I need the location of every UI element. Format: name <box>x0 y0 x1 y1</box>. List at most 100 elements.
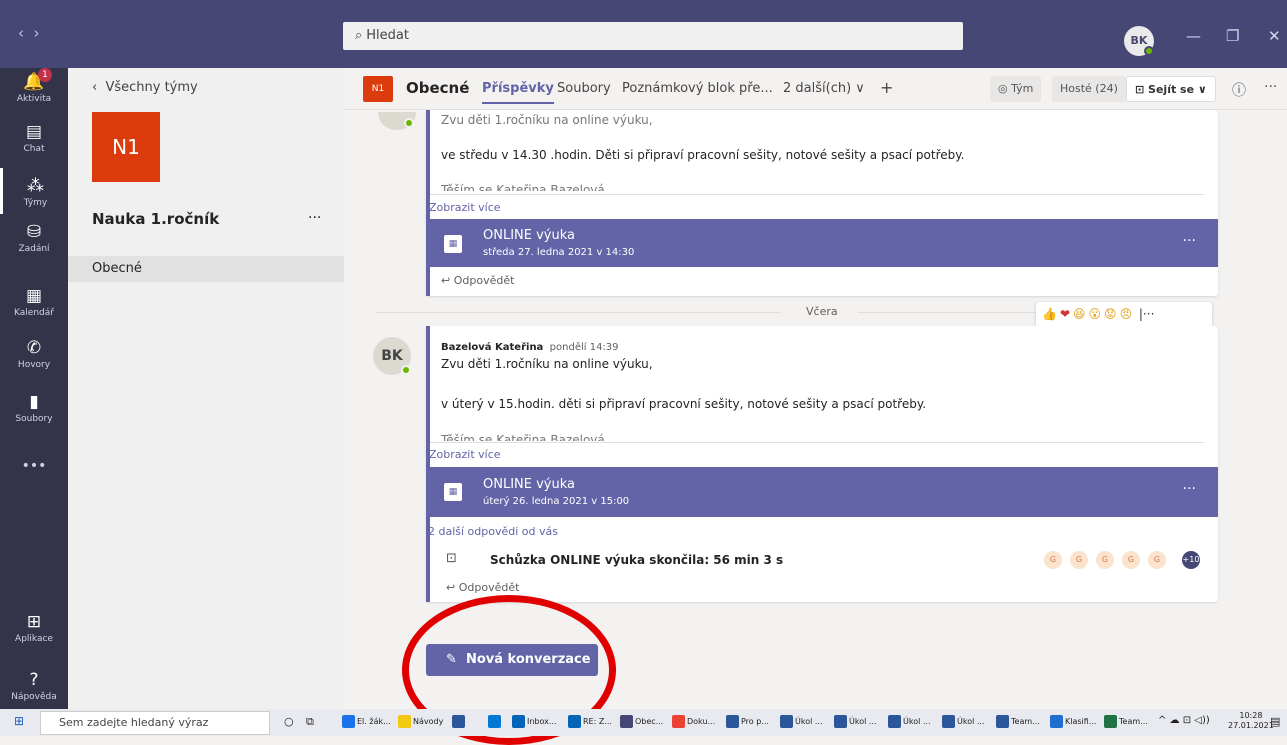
assignments-icon: ⛁ <box>26 222 42 242</box>
bell-icon: 🔔 <box>23 72 45 92</box>
heart-icon[interactable]: ❤ <box>1060 307 1073 321</box>
message-2-header: Bazelová Kateřina pondělí 14:39 <box>441 342 619 353</box>
channel-tile: N1 <box>363 76 393 102</box>
message-2-divider <box>430 442 1204 443</box>
rail-tymy[interactable]: ⁂ Týmy <box>0 168 68 214</box>
files-icon: ▮ <box>29 392 39 412</box>
rail-napoveda[interactable]: ? Nápověda <box>0 670 68 702</box>
event-title: ONLINE výuka <box>483 477 575 492</box>
laugh-icon[interactable]: 😆 <box>1073 307 1089 321</box>
tab-soubory[interactable]: Soubory <box>557 81 611 96</box>
taskbar-app[interactable]: Úkol ... <box>780 715 823 728</box>
message-time: pondělí 14:39 <box>549 342 619 353</box>
task-view-icon[interactable]: ⧉ <box>306 715 314 729</box>
show-more-link[interactable]: Zobrazit více <box>429 201 501 214</box>
event-card-1[interactable]: ▦ ONLINE výuka středa 27. ledna 2021 v 1… <box>426 219 1218 267</box>
taskbar-app[interactable]: Team... <box>1104 715 1148 728</box>
apps-icon: ⊞ <box>26 612 42 632</box>
message-1-divider <box>430 194 1204 195</box>
taskbar-clock[interactable]: 10:28 27.01.2021 <box>1228 711 1274 731</box>
meet-button[interactable]: ⊡ Sejít se ∨ <box>1126 76 1216 102</box>
team-button[interactable]: ◎ Tým <box>990 76 1042 102</box>
tab-more[interactable]: 2 další(ch) ∨ <box>783 81 865 96</box>
reply-icon: ↩ <box>441 274 454 287</box>
tray-icons[interactable]: ^ ☁ ⊡ ◁)) <box>1158 715 1210 726</box>
participant-avatar: G <box>1044 551 1062 569</box>
taskbar-app[interactable]: Team... <box>996 715 1040 728</box>
event-more-icon[interactable]: ··· <box>1183 481 1196 497</box>
cortana-icon[interactable]: ○ <box>284 715 294 728</box>
rail-aktivita[interactable]: 🔔 1 Aktivita <box>0 68 68 104</box>
channel-obecne[interactable]: Obecné <box>68 256 344 282</box>
sad-icon[interactable]: 😟 <box>1104 307 1120 321</box>
team-tile: N1 <box>92 112 160 182</box>
rail-zadani[interactable]: ⛁ Zadání <box>0 222 68 254</box>
date-divider: Včera <box>806 305 838 318</box>
taskbar-app[interactable] <box>452 715 467 728</box>
info-icon[interactable]: ⓘ <box>1232 80 1246 100</box>
close-icon[interactable]: ✕ <box>1268 27 1281 45</box>
rail-more[interactable]: ••• <box>0 458 68 474</box>
taskbar-app[interactable]: Obec... <box>620 715 663 728</box>
author-avatar[interactable]: BK <box>373 337 411 375</box>
more-replies-link[interactable]: 2 další odpovědi od vás <box>428 525 558 538</box>
minimize-icon[interactable]: — <box>1186 27 1201 45</box>
guests-button[interactable]: Hosté (24) <box>1052 76 1126 102</box>
reply-link[interactable]: ↩ Odpovědět <box>446 581 519 594</box>
header-more-icon[interactable]: ··· <box>1264 79 1277 95</box>
taskbar-app[interactable]: Úkol ... <box>888 715 931 728</box>
event-card-2[interactable]: ▦ ONLINE výuka úterý 26. ledna 2021 v 15… <box>426 467 1218 517</box>
activity-badge: 1 <box>38 68 52 82</box>
taskbar-app[interactable]: Doku... <box>672 715 715 728</box>
taskbar-app[interactable]: Úkol ... <box>834 715 877 728</box>
phone-icon: ✆ <box>26 338 42 358</box>
team-more-icon[interactable]: ··· <box>308 210 321 226</box>
all-teams-link[interactable]: ‹ Všechny týmy <box>92 80 198 95</box>
like-icon[interactable]: 👍 <box>1042 307 1060 321</box>
search-icon: ⌕ <box>355 28 363 43</box>
tab-prispevky[interactable]: Příspěvky <box>482 81 554 104</box>
add-tab-button[interactable]: + <box>880 78 893 97</box>
rail-hovory[interactable]: ✆ Hovory <box>0 338 68 370</box>
taskbar-app[interactable]: Pro p... <box>726 715 769 728</box>
user-avatar[interactable]: BK <box>1124 26 1154 56</box>
taskbar-app[interactable]: RE: Z... <box>568 715 612 728</box>
rail-chat[interactable]: ▤ Chat <box>0 122 68 154</box>
meeting-ended-text: Schůzka ONLINE výuka skončila: 56 min 3 … <box>490 553 784 567</box>
search-input[interactable]: ⌕ Hledat <box>343 22 963 50</box>
rail-kalendar[interactable]: ▦ Kalendář <box>0 286 68 318</box>
taskbar-app[interactable]: Klasifi... <box>1050 715 1096 728</box>
message-card-1 <box>426 110 1218 296</box>
event-more-icon[interactable]: ··· <box>1183 233 1196 249</box>
message-2-line2: v úterý v 15.hodin. děti si připraví pra… <box>441 397 927 411</box>
chevron-left-icon: ‹ <box>92 80 106 95</box>
participants-more-badge[interactable]: +10 <box>1182 551 1200 569</box>
taskbar-app[interactable]: El. žák... <box>342 715 391 728</box>
reply-icon: ↩ <box>446 581 459 594</box>
show-more-link[interactable]: Zobrazit více <box>429 448 501 461</box>
surprised-icon[interactable]: 😮 <box>1089 307 1105 321</box>
calendar-icon: ▦ <box>25 286 43 306</box>
rail-aplikace[interactable]: ⊞ Aplikace <box>0 612 68 644</box>
taskbar-app[interactable]: Návody <box>398 715 443 728</box>
rail-soubory[interactable]: ▮ Soubory <box>0 392 68 424</box>
more-options-icon[interactable]: |··· <box>1135 307 1155 321</box>
angry-icon[interactable]: 😠 <box>1120 307 1136 321</box>
taskbar-app[interactable]: Inbox... <box>512 715 557 728</box>
taskbar-app[interactable] <box>488 715 503 728</box>
calendar-icon: ▦ <box>444 483 462 501</box>
chat-icon: ▤ <box>25 122 43 142</box>
taskbar-search-input[interactable]: Sem zadejte hledaný výraz <box>40 711 270 735</box>
tab-notebook[interactable]: Poznámkový blok pře... <box>622 81 773 96</box>
taskbar-app[interactable]: Úkol ... <box>942 715 985 728</box>
reply-link[interactable]: ↩ Odpovědět <box>441 274 514 287</box>
notifications-icon[interactable]: ▤ <box>1270 715 1280 728</box>
message-2-line1: Zvu děti 1.ročníku na online výuku, <box>441 357 653 371</box>
windows-start-icon[interactable]: ⊞ <box>14 714 24 728</box>
participant-avatar: G <box>1122 551 1140 569</box>
back-forward-arrows[interactable]: ‹ › <box>18 24 40 42</box>
message-1-line1: Zvu děti 1.ročníku na online výuku, <box>441 113 653 127</box>
message-1-line2: ve středu v 14.30 .hodin. Děti si připra… <box>441 148 965 162</box>
date-divider-left <box>376 312 781 313</box>
maximize-icon[interactable]: ❐ <box>1226 27 1239 45</box>
